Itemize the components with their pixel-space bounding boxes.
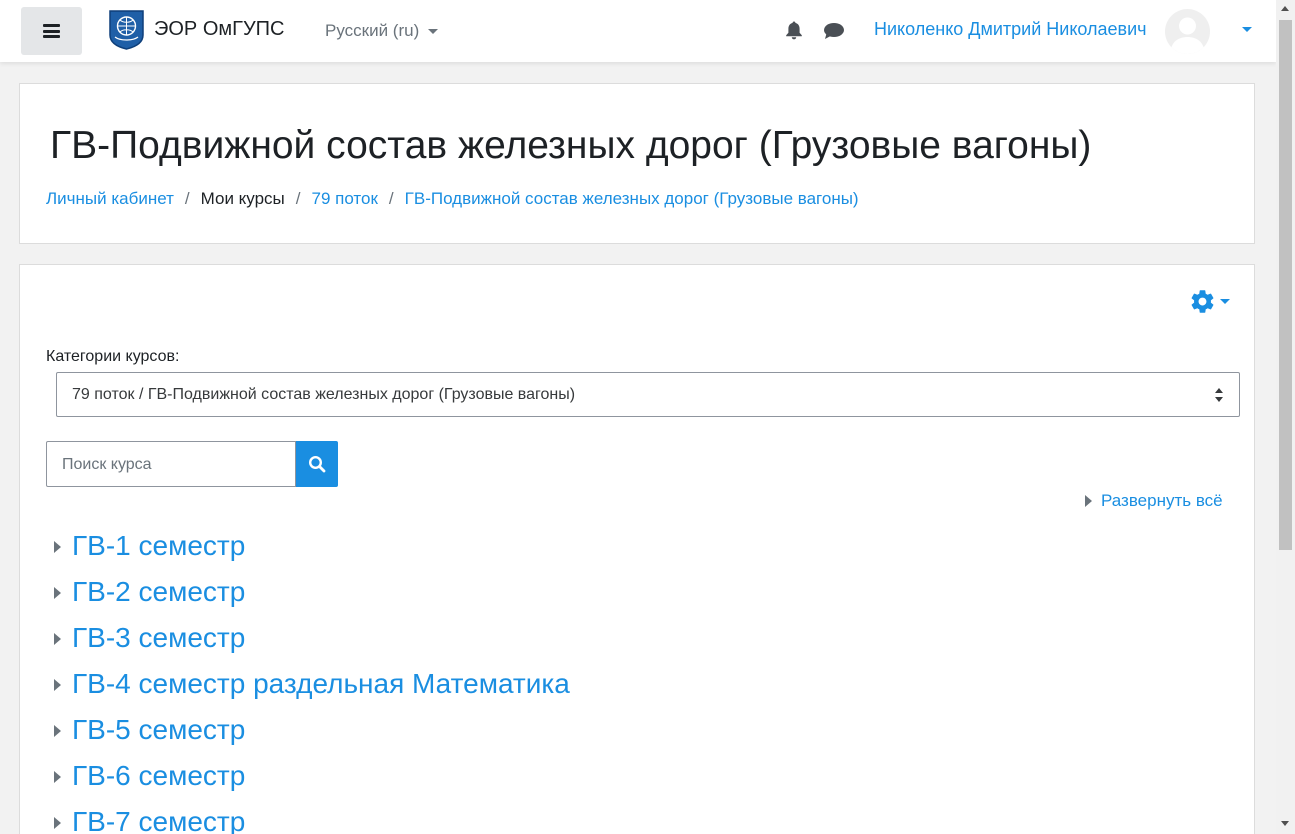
select-arrows-icon — [1215, 388, 1223, 402]
list-item[interactable]: ГВ-6 семестр — [54, 753, 1154, 799]
breadcrumb-category[interactable]: ГВ-Подвижной состав железных дорог (Груз… — [405, 189, 859, 209]
site-name[interactable]: ЭОР ОмГУПС — [154, 18, 285, 41]
breadcrumb-separator: / — [388, 189, 394, 208]
breadcrumb-stream[interactable]: 79 поток — [312, 189, 378, 209]
chat-icon[interactable] — [823, 22, 845, 40]
language-menu[interactable]: Русский (ru) — [325, 21, 439, 41]
caret-right-icon[interactable] — [54, 725, 61, 737]
avatar[interactable] — [1165, 9, 1210, 54]
navbar: ЭОР ОмГУПС Русский (ru) Николенко Дмитри… — [0, 0, 1276, 62]
page-scrollbar[interactable] — [1276, 0, 1295, 834]
breadcrumb-my-courses: Мои курсы — [200, 189, 285, 208]
category-select[interactable]: 79 поток / ГВ-Подвижной состав железных … — [56, 372, 1240, 417]
caret-right-icon[interactable] — [54, 587, 61, 599]
breadcrumb-dashboard[interactable]: Личный кабинет — [46, 189, 174, 209]
drawer-toggle-button[interactable] — [21, 7, 82, 55]
course-search-input[interactable]: Поиск курса — [46, 441, 296, 487]
caret-right-icon[interactable] — [54, 679, 61, 691]
expand-all-link[interactable]: Развернуть всё — [1085, 491, 1223, 511]
list-item[interactable]: ГВ-1 семестр — [54, 523, 1154, 569]
search-icon — [308, 455, 326, 473]
list-item[interactable]: ГВ-4 семестр раздельная Математика — [54, 661, 1154, 707]
breadcrumb-separator: / — [184, 189, 190, 208]
category-link[interactable]: ГВ-4 семестр раздельная Математика — [72, 668, 570, 700]
page-title: ГВ-Подвижной состав железных дорог (Груз… — [50, 124, 1092, 167]
course-categories-panel: Категории курсов: 79 поток / ГВ-Подвижно… — [19, 264, 1255, 834]
bell-icon[interactable] — [784, 20, 804, 40]
list-item[interactable]: ГВ-2 семестр — [54, 569, 1154, 615]
list-item[interactable]: ГВ-3 семестр — [54, 615, 1154, 661]
category-link[interactable]: ГВ-2 семестр — [72, 576, 245, 608]
list-item[interactable]: ГВ-7 семестр — [54, 799, 1154, 834]
chevron-down-icon — [428, 28, 439, 34]
caret-right-icon[interactable] — [54, 541, 61, 553]
scroll-up-arrow-icon[interactable] — [1281, 6, 1289, 11]
scrollbar-thumb[interactable] — [1279, 20, 1292, 550]
category-select-value: 79 поток / ГВ-Подвижной состав железных … — [72, 386, 576, 403]
category-link[interactable]: ГВ-1 семестр — [72, 530, 245, 562]
search-placeholder: Поиск курса — [62, 456, 152, 473]
university-logo[interactable] — [108, 9, 145, 50]
categories-label: Категории курсов: — [46, 348, 180, 365]
user-name[interactable]: Николенко Дмитрий Николаевич — [874, 19, 1147, 40]
category-link[interactable]: ГВ-5 семестр — [72, 714, 245, 746]
search-button[interactable] — [296, 441, 338, 487]
expand-all-label: Развернуть всё — [1101, 491, 1223, 510]
hamburger-icon — [43, 24, 60, 38]
page-header: ГВ-Подвижной состав железных дорог (Груз… — [19, 83, 1255, 244]
category-link[interactable]: ГВ-6 семестр — [72, 760, 245, 792]
breadcrumb-separator: / — [295, 189, 301, 208]
category-list: ГВ-1 семестр ГВ-2 семестр ГВ-3 семестр Г… — [54, 523, 1154, 834]
chevron-down-icon — [1220, 299, 1230, 304]
caret-right-icon[interactable] — [54, 633, 61, 645]
caret-right-icon — [1085, 495, 1092, 507]
category-link[interactable]: ГВ-3 семестр — [72, 622, 245, 654]
breadcrumb: Личный кабинет / Мои курсы / 79 поток / … — [46, 189, 859, 209]
list-item[interactable]: ГВ-5 семестр — [54, 707, 1154, 753]
language-label: Русский (ru) — [325, 21, 420, 40]
gear-icon — [1191, 290, 1214, 313]
user-menu-chevron-icon[interactable] — [1242, 27, 1252, 32]
caret-right-icon[interactable] — [54, 817, 61, 829]
caret-right-icon[interactable] — [54, 771, 61, 783]
settings-menu[interactable] — [1189, 288, 1230, 315]
scroll-down-arrow-icon[interactable] — [1281, 821, 1289, 826]
category-link[interactable]: ГВ-7 семестр — [72, 806, 245, 834]
